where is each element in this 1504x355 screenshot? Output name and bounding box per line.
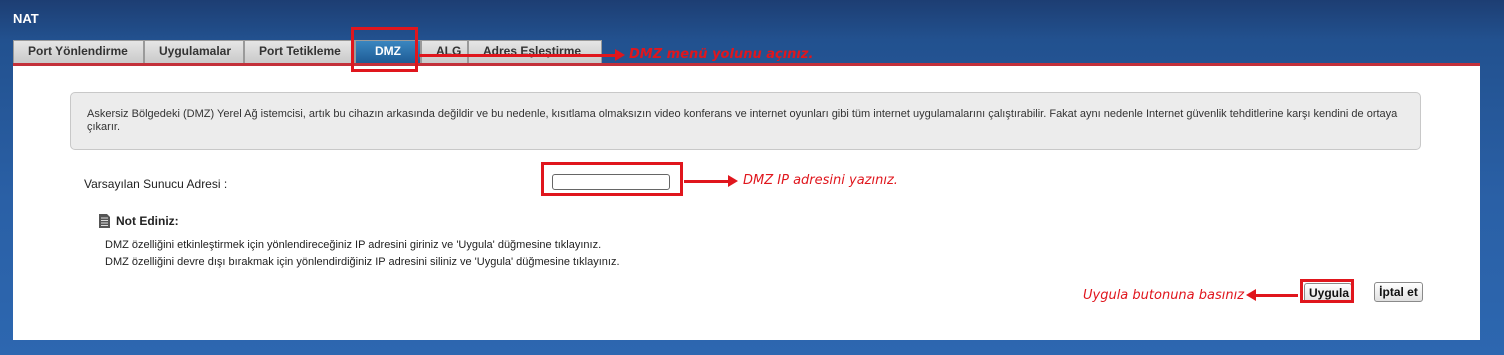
highlight-ip-input [541,162,683,196]
note-heading: Not Ediniz: [99,214,179,228]
annotation-apply-button: Uygula butonuna basınız [1083,288,1245,303]
tab-alg[interactable]: ALG [421,40,468,63]
annotation-ip-address: DMZ IP adresini yazınız. [743,173,898,188]
note-line-disable: DMZ özelliğini devre dışı bırakmak için … [105,256,620,268]
note-line-enable: DMZ özelliğini etkinleştirmek için yönle… [105,239,602,251]
arrow-to-dmz-note [419,49,625,61]
highlight-dmz-tab [351,27,418,72]
tab-address-mapping[interactable]: Adres Eşleştirme [468,40,602,63]
cancel-button[interactable]: İptal et [1374,282,1423,302]
tab-applications[interactable]: Uygulamalar [144,40,244,63]
arrow-to-apply-button [1246,289,1298,301]
info-box: Askersiz Bölgedeki (DMZ) Yerel Ağ istemc… [70,92,1421,150]
note-title: Not Ediniz: [116,214,179,228]
document-icon [99,214,110,228]
tab-port-triggering[interactable]: Port Tetikleme [244,40,355,63]
tab-bar: Port Yönlendirme Uygulamalar Port Tetikl… [13,40,602,64]
annotation-dmz-menu: DMZ menü yolunu açınız. [629,47,814,62]
highlight-apply-button [1300,279,1354,303]
default-server-label: Varsayılan Sunucu Adresi : [84,177,228,191]
main-panel: Askersiz Bölgedeki (DMZ) Yerel Ağ istemc… [13,63,1480,340]
arrow-to-ip-note [684,175,738,187]
app-title: NAT [13,11,39,26]
tab-port-forwarding[interactable]: Port Yönlendirme [13,40,144,63]
